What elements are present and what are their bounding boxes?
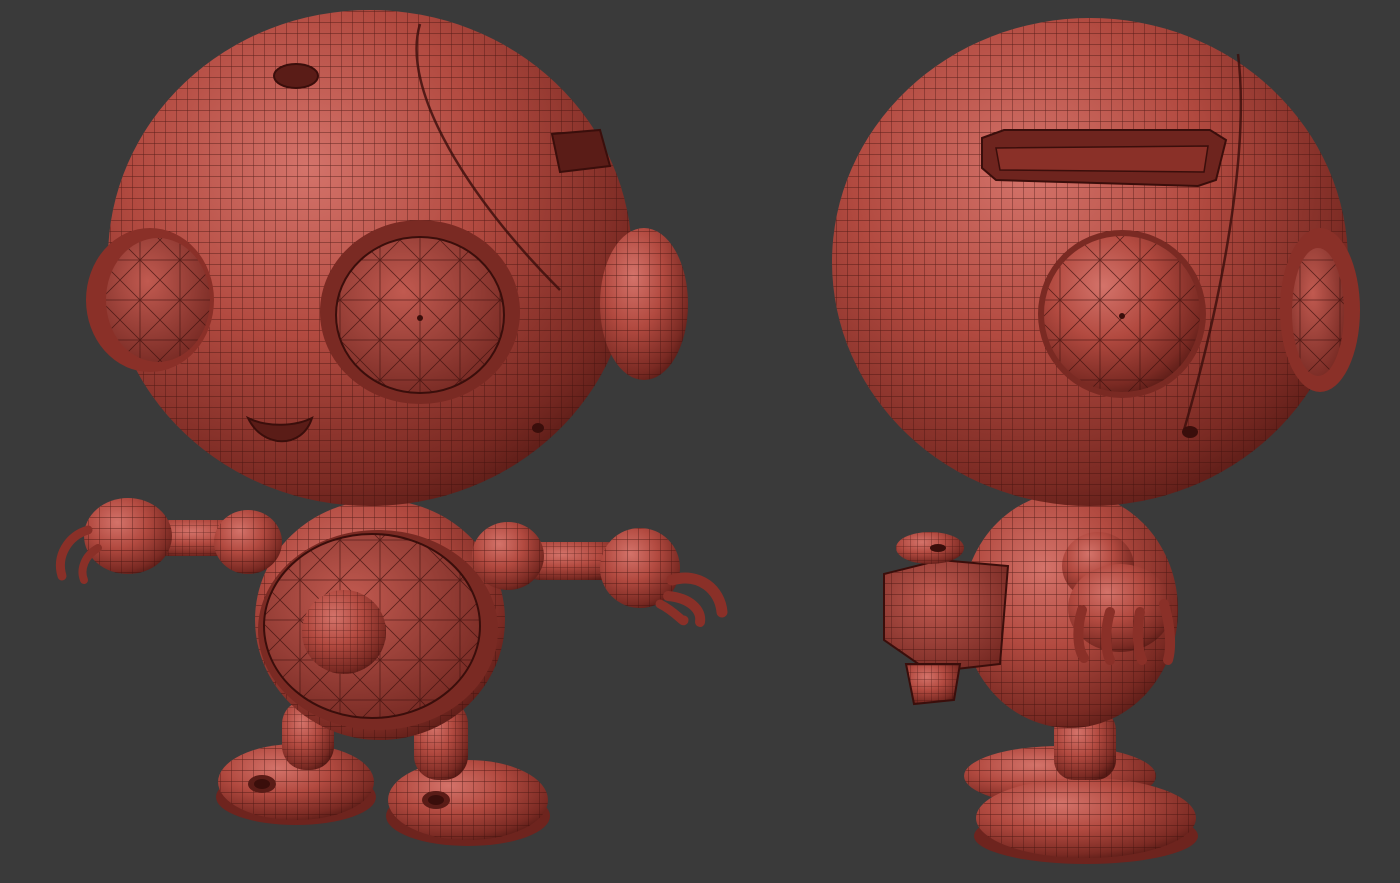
side-port xyxy=(532,423,544,433)
render-canvas xyxy=(0,0,1400,883)
right-foot xyxy=(386,760,550,846)
eye xyxy=(320,220,520,404)
top-vent xyxy=(273,63,319,89)
side-slot xyxy=(550,128,612,174)
front-foot xyxy=(974,778,1198,864)
3d-viewport[interactable] xyxy=(0,0,1400,883)
back-hatch xyxy=(1038,230,1206,398)
chest-panel xyxy=(258,530,498,730)
side-port xyxy=(1182,426,1198,438)
